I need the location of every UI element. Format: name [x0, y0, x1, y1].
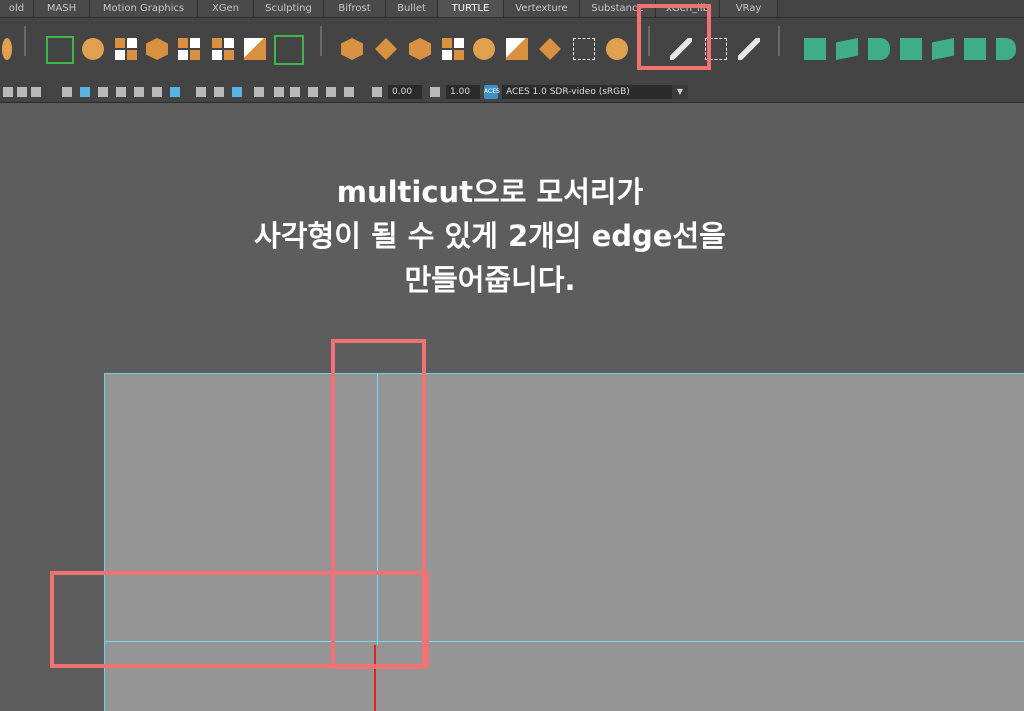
tab-old[interactable]: old	[0, 0, 34, 17]
tab-bullet[interactable]: Bullet	[386, 0, 438, 17]
isolate-icon[interactable]	[196, 87, 206, 97]
green-network-icon[interactable]	[996, 38, 1016, 60]
green-cube-icon[interactable]	[900, 38, 922, 60]
field-chart-icon[interactable]	[308, 87, 318, 97]
cube-icon[interactable]	[409, 38, 431, 60]
camera-icon[interactable]	[3, 87, 13, 97]
shelf-toolbar	[0, 18, 1024, 83]
shadow-icon[interactable]	[152, 87, 162, 97]
colorspace-icon[interactable]: ACES	[484, 85, 500, 99]
maya-shelf-icon[interactable]	[2, 38, 12, 60]
safe-title-icon[interactable]	[344, 87, 354, 97]
text-icon[interactable]	[31, 87, 41, 97]
target-icon[interactable]	[606, 38, 628, 60]
circle-mesh-icon[interactable]	[473, 38, 495, 60]
green-shape-icon[interactable]	[804, 38, 826, 60]
split-icon[interactable]	[115, 38, 137, 60]
smooth-icon[interactable]	[442, 38, 464, 60]
panel-toolbar: 0.00 1.00 ACES ACES 1.0 SDR-video (sRGB)…	[0, 82, 1024, 103]
safe-action-icon[interactable]	[326, 87, 336, 97]
tab-mash[interactable]: MASH	[34, 0, 90, 17]
exposure-icon[interactable]	[372, 87, 382, 97]
caption-line-1: multicut으로 모서리가	[336, 175, 644, 209]
smooth-shade-icon[interactable]	[80, 87, 90, 97]
gate-mask-icon[interactable]	[290, 87, 300, 97]
shelf-separator	[24, 26, 26, 56]
select-brush-icon[interactable]	[738, 38, 760, 60]
gamma-icon[interactable]	[430, 87, 440, 97]
green-hex-icon[interactable]	[868, 38, 890, 60]
caption-line-2: 사각형이 될 수 있게 2개의 edge선을	[254, 219, 726, 253]
caption-line-3: 만들어줍니다.	[404, 263, 576, 297]
shelf-separator	[320, 26, 322, 56]
horizontal-edge-highlight-box	[50, 571, 429, 668]
multicut-highlight-box	[637, 4, 711, 70]
wireframe-icon[interactable]	[62, 87, 72, 97]
shelf-separator	[778, 26, 780, 56]
exposure-field[interactable]: 0.00	[388, 85, 422, 99]
green-mask-icon[interactable]	[836, 38, 858, 60]
resolution-gate-icon[interactable]	[274, 87, 284, 97]
bounds-icon[interactable]	[573, 38, 595, 60]
ambient-icon[interactable]	[170, 87, 180, 97]
textured-icon[interactable]	[116, 87, 126, 97]
tab-turtle[interactable]: TURTLE	[438, 0, 504, 17]
tutorial-caption: multicut으로 모서리가 사각형이 될 수 있게 2개의 edge선을 만…	[110, 170, 870, 302]
grid-icon[interactable]	[212, 38, 234, 60]
bridge-icon[interactable]	[375, 38, 397, 60]
shaded-wire-icon[interactable]	[98, 87, 108, 97]
film-gate-icon[interactable]	[254, 87, 264, 97]
poly-sphere-bracket-icon[interactable]	[46, 36, 74, 64]
shelf-tab-bar: old MASH Motion Graphics XGen Sculpting …	[0, 0, 1024, 18]
colorspace-label: ACES 1.0 SDR-video (sRGB)	[506, 87, 630, 97]
tab-xgen[interactable]: XGen	[198, 0, 254, 17]
refresh-bracket-icon[interactable]	[244, 38, 266, 60]
combine-icon[interactable]	[146, 38, 168, 60]
flatten-icon[interactable]	[539, 38, 561, 60]
lighting-icon[interactable]	[134, 87, 144, 97]
grid-toggle-icon[interactable]	[17, 87, 27, 97]
gamma-field[interactable]: 1.00	[446, 85, 480, 99]
chevron-down-icon[interactable]: ▼	[672, 85, 688, 99]
tab-motion-graphics[interactable]: Motion Graphics	[90, 0, 198, 17]
xray-joint-icon[interactable]	[232, 87, 242, 97]
tab-sculpting[interactable]: Sculpting	[254, 0, 324, 17]
orange-shape-icon[interactable]	[82, 38, 104, 60]
bevel-icon[interactable]	[506, 38, 528, 60]
green-checker-icon[interactable]	[964, 38, 986, 60]
colorspace-dropdown[interactable]: ACES 1.0 SDR-video (sRGB) ▼	[502, 85, 688, 99]
tab-vertexture[interactable]: Vertexture	[504, 0, 580, 17]
refresh-bracket-frame-icon[interactable]	[274, 35, 304, 65]
checker-icon[interactable]	[178, 38, 200, 60]
green-arrow-icon[interactable]	[932, 38, 954, 60]
xray-icon[interactable]	[214, 87, 224, 97]
cube-extrude-icon[interactable]	[341, 38, 363, 60]
tab-vray[interactable]: VRay	[720, 0, 778, 17]
tab-bifrost[interactable]: Bifrost	[324, 0, 386, 17]
